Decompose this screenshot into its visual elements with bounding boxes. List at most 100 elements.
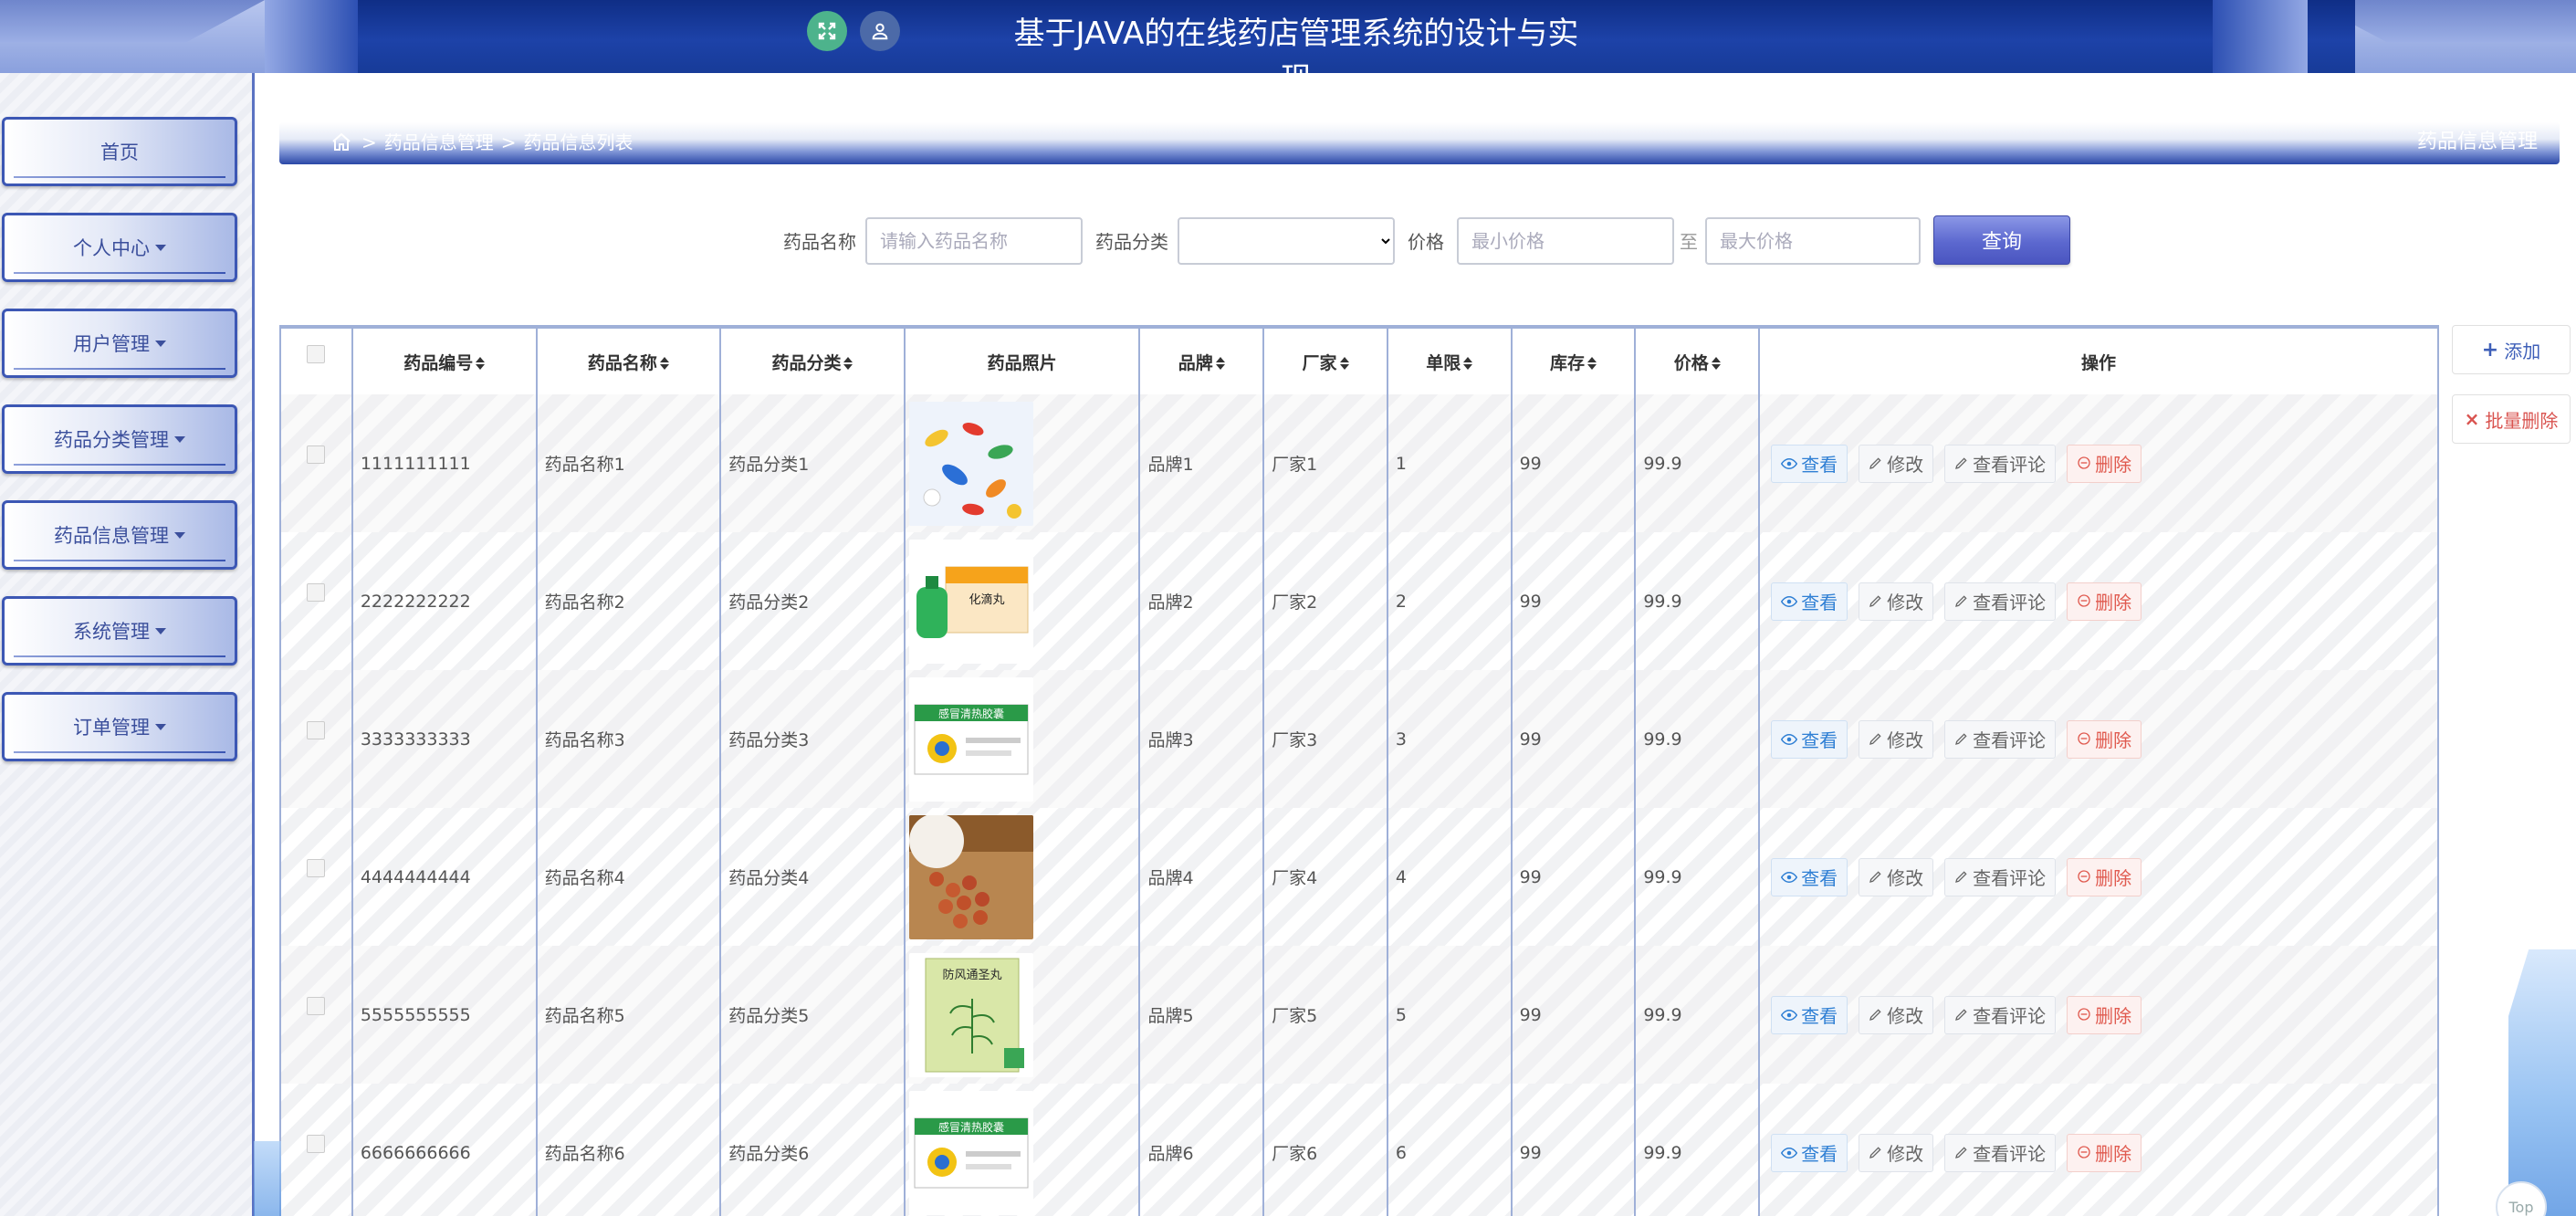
user-button[interactable] xyxy=(860,11,900,51)
edit-button[interactable]: 修改 xyxy=(1859,582,1934,621)
sidebar-item-system[interactable]: 系统管理 xyxy=(2,596,237,666)
edit-button[interactable]: 修改 xyxy=(1859,857,1934,896)
header-stock[interactable]: 库存 xyxy=(1511,329,1637,394)
pencil-icon xyxy=(1869,591,1883,613)
delete-button[interactable]: 删除 xyxy=(2067,857,2142,896)
view-comment-button[interactable]: 查看评论 xyxy=(1944,995,2057,1034)
delete-button[interactable]: 删除 xyxy=(2067,444,2142,483)
cell-drug-photo xyxy=(904,394,1141,532)
sidebar-item-home[interactable]: 首页 xyxy=(2,117,237,186)
row-checkbox[interactable] xyxy=(307,583,326,602)
cell-drug-category-value: 药品分类2 xyxy=(728,592,810,613)
delete-button[interactable]: 删除 xyxy=(2067,719,2142,759)
row-checkbox[interactable] xyxy=(307,1135,326,1153)
caret-down-icon xyxy=(155,244,166,251)
pencil-icon xyxy=(1869,866,1883,888)
delete-button-label: 删除 xyxy=(2095,454,2132,476)
drug-category-select[interactable] xyxy=(1178,217,1395,265)
minus-circle-icon xyxy=(2077,866,2091,888)
view-comment-button[interactable]: 查看评论 xyxy=(1944,719,2057,759)
row-checkbox[interactable] xyxy=(307,997,326,1015)
table-row: 6666666666 药品名称6 药品分类6 感冒清热胶囊 品牌6 厂家6 6 99 99.… xyxy=(281,1084,2437,1216)
cell-brand: 品牌6 xyxy=(1139,1084,1265,1216)
sidebar-item-drug-info[interactable]: 药品信息管理 xyxy=(2,500,237,570)
fullscreen-button[interactable] xyxy=(807,11,847,51)
view-button[interactable]: 查看 xyxy=(1771,582,1848,621)
decorative-building-right xyxy=(2508,949,2576,1216)
view-comment-button[interactable]: 查看评论 xyxy=(1944,444,2057,483)
cell-drug-photo: 感冒清热胶囊 xyxy=(904,1084,1141,1216)
view-button[interactable]: 查看 xyxy=(1771,857,1848,896)
delete-button[interactable]: 删除 xyxy=(2067,995,2142,1034)
cell-actions: 查看 修改 查看评论 删除 xyxy=(1759,394,2437,532)
header-drug-category[interactable]: 药品分类 xyxy=(720,329,906,394)
sidebar-item-drug-category[interactable]: 药品分类管理 xyxy=(2,404,237,474)
edit-button[interactable]: 修改 xyxy=(1859,719,1934,759)
minus-circle-icon xyxy=(2077,1142,2091,1164)
header-drug-name[interactable]: 药品名称 xyxy=(536,329,722,394)
sort-icon xyxy=(659,357,669,370)
view-button[interactable]: 查看 xyxy=(1771,444,1848,483)
select-all-checkbox[interactable] xyxy=(307,345,326,363)
edit-button[interactable]: 修改 xyxy=(1859,995,1934,1034)
breadcrumb-level1[interactable]: 药品信息管理 xyxy=(384,128,494,157)
delete-button[interactable]: 删除 xyxy=(2067,1133,2142,1172)
add-button[interactable]: + 添加 xyxy=(2452,325,2571,374)
drug-name-input[interactable] xyxy=(865,217,1083,265)
caret-down-icon xyxy=(155,723,166,730)
cell-drug-name-value: 药品名称3 xyxy=(544,730,625,750)
view-comment-button-label: 查看评论 xyxy=(1973,1005,2047,1027)
decorative-building-left xyxy=(254,1141,281,1216)
sidebar-item-personal-center[interactable]: 个人中心 xyxy=(2,213,237,282)
sidebar-item-label: 药品信息管理 xyxy=(54,525,169,547)
cell-drug-id-value: 6666666666 xyxy=(360,1142,471,1163)
pencil-icon xyxy=(1869,1004,1883,1026)
delete-button-label: 删除 xyxy=(2095,729,2132,751)
cell-maker-value: 厂家1 xyxy=(1272,455,1318,475)
view-comment-button[interactable]: 查看评论 xyxy=(1944,1133,2057,1172)
batch-delete-button[interactable]: × 批量删除 xyxy=(2452,394,2571,444)
min-price-input[interactable] xyxy=(1457,217,1674,265)
drug-photo: 化滴丸 xyxy=(908,539,1033,664)
eye-icon xyxy=(1780,866,1798,888)
edit-button[interactable]: 修改 xyxy=(1859,1133,1934,1172)
header-label: 操作 xyxy=(2081,352,2117,373)
header-actions: 操作 xyxy=(1759,329,2437,394)
header-limit[interactable]: 单限 xyxy=(1387,329,1513,394)
view-button[interactable]: 查看 xyxy=(1771,995,1848,1034)
edit-button[interactable]: 修改 xyxy=(1859,444,1934,483)
header-maker[interactable]: 厂家 xyxy=(1263,329,1388,394)
max-price-input[interactable] xyxy=(1705,217,1921,265)
view-comment-button[interactable]: 查看评论 xyxy=(1944,857,2057,896)
sidebar-item-user-management[interactable]: 用户管理 xyxy=(2,309,237,378)
page-title: 基于JAVA的在线药店管理系统的设计与实现 xyxy=(1013,16,1579,98)
row-checkbox[interactable] xyxy=(307,859,326,877)
row-checkbox[interactable] xyxy=(307,721,326,739)
cell-drug-category-value: 药品分类3 xyxy=(728,730,810,750)
view-comment-button[interactable]: 查看评论 xyxy=(1944,582,2057,621)
cell-price: 99.9 xyxy=(1635,808,1761,946)
cell-price-value: 99.9 xyxy=(1643,866,1682,887)
cell-stock-value: 99 xyxy=(1519,866,1542,887)
home-icon[interactable] xyxy=(330,131,354,154)
delete-button-label: 删除 xyxy=(2095,592,2132,613)
row-checkbox[interactable] xyxy=(307,446,326,464)
delete-button-label: 删除 xyxy=(2095,1143,2132,1165)
header-drug-id[interactable]: 药品编号 xyxy=(351,329,538,394)
header-price[interactable]: 价格 xyxy=(1635,329,1761,394)
view-button[interactable]: 查看 xyxy=(1771,1133,1848,1172)
box-label: 防风通圣丸 xyxy=(942,968,1001,982)
cell-stock: 99 xyxy=(1511,532,1637,670)
cell-actions: 查看 修改 查看评论 删除 xyxy=(1759,946,2437,1084)
sort-icon xyxy=(1215,357,1225,370)
cell-stock: 99 xyxy=(1511,670,1637,808)
view-button[interactable]: 查看 xyxy=(1771,719,1848,759)
cell-drug-name: 药品名称2 xyxy=(536,532,722,670)
query-button[interactable]: 查询 xyxy=(1933,215,2070,265)
header-brand[interactable]: 品牌 xyxy=(1139,329,1265,394)
cell-limit: 1 xyxy=(1387,394,1513,532)
select-all-cell xyxy=(281,329,353,394)
sidebar-item-orders[interactable]: 订单管理 xyxy=(2,692,237,761)
header-label: 库存 xyxy=(1549,352,1585,373)
delete-button[interactable]: 删除 xyxy=(2067,582,2142,621)
